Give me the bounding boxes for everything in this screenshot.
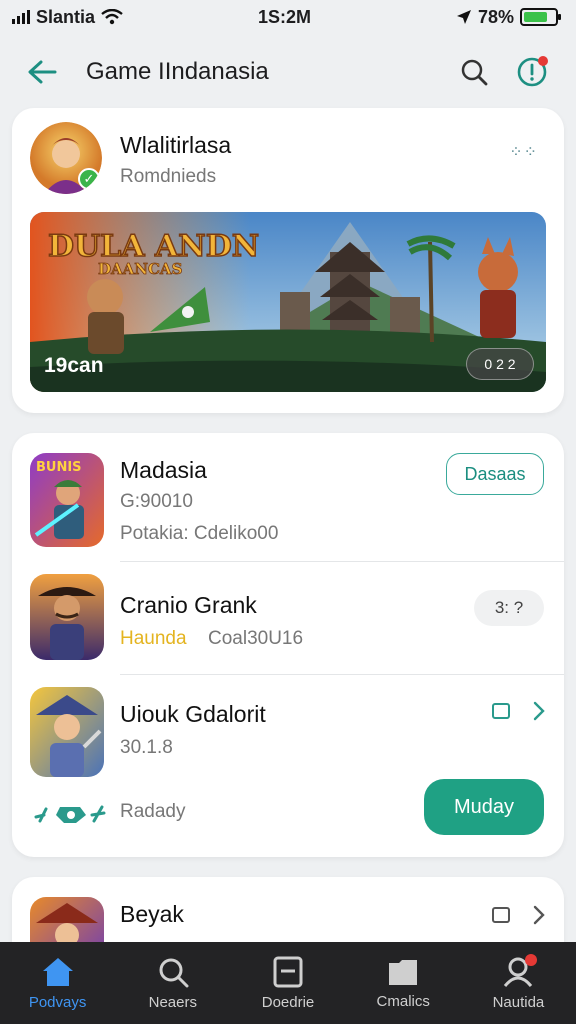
- nav-tab-documents[interactable]: Doedrie: [230, 942, 345, 1024]
- notification-dot: [538, 56, 548, 66]
- nav-tab-search[interactable]: Neaers: [115, 942, 230, 1024]
- game-action-pill[interactable]: 3: ?: [474, 590, 544, 626]
- game-icon-cranio-grank: [30, 574, 104, 660]
- game-primary-button[interactable]: Muday: [424, 779, 544, 835]
- media-icon[interactable]: [492, 907, 510, 923]
- nav-tab-profile[interactable]: Nautida: [461, 942, 576, 1024]
- game-title: Uiouk Gdalorit: [120, 701, 266, 727]
- game-meta-line2: Potakia: Cdeliko00: [120, 523, 279, 544]
- game-title: Cranio Grank: [120, 592, 257, 618]
- featured-banner[interactable]: DULA ANDN DAANCAS 19can 0 2 2: [30, 212, 546, 392]
- battery-icon: [520, 8, 561, 26]
- list-item[interactable]: Cranio Grank Haunda Coal30U16 3: ?: [12, 562, 564, 674]
- game-icon-madasia: BUNIS: [30, 453, 104, 547]
- game-list-card: BUNIS Madasia G:90010 Potakia: Cdeliko00…: [12, 433, 564, 857]
- page-title: Game IIndanasia: [86, 58, 269, 85]
- home-icon: [42, 957, 73, 986]
- featured-subtitle: Romdnieds: [120, 166, 217, 187]
- banner-caption: 19can: [44, 354, 104, 377]
- featured-title: Wlalitirlasa: [120, 132, 232, 158]
- game-footer-label: Radady: [120, 801, 186, 822]
- more-icon[interactable]: ⁘⁘: [509, 142, 538, 162]
- app-header: Game IIndanasia: [0, 42, 576, 102]
- clock: 1S:2M: [258, 6, 312, 27]
- game-action-button[interactable]: Dasaas: [446, 453, 544, 495]
- search-button[interactable]: [454, 52, 494, 92]
- banner-counter-pill[interactable]: 0 2 2: [466, 348, 534, 380]
- chevron-right-icon[interactable]: [532, 905, 546, 925]
- game-meta-line2: Coal30U16: [208, 628, 304, 649]
- media-icon[interactable]: [492, 703, 510, 719]
- search-icon: [461, 59, 488, 86]
- nav-label: Cmalics: [376, 992, 430, 1010]
- search-icon: [159, 958, 189, 987]
- document-icon: [273, 956, 303, 987]
- nav-label: Podvays: [28, 993, 87, 1011]
- chevron-right-icon[interactable]: [532, 701, 546, 721]
- svg-text:BUNIS: BUNIS: [36, 460, 82, 475]
- back-button[interactable]: [24, 54, 60, 90]
- banner-logo-line1: DULA ANDN: [48, 229, 259, 264]
- game-title: Beyak: [120, 901, 184, 927]
- folder-icon: [389, 959, 418, 985]
- game-tag: Haunda: [120, 628, 187, 649]
- nav-label: Nautida: [492, 993, 545, 1011]
- list-item[interactable]: BUNIS Madasia G:90010 Potakia: Cdeliko00…: [12, 433, 564, 561]
- featured-card[interactable]: ✓ Wlalitirlasa Romdnieds ⁘⁘ DULA ANDN DA…: [12, 108, 564, 413]
- signal-icon: [12, 10, 30, 24]
- game-meta-line1: 30.1.8: [120, 737, 173, 758]
- wifi-icon: [101, 9, 123, 25]
- bottom-navigation: Podvays Neaers Doedrie Cmalics Nautida: [0, 942, 576, 1024]
- game-title: Madasia: [120, 457, 207, 483]
- location-icon: [456, 10, 471, 24]
- banner-logo-line2: DAANCAS: [98, 260, 182, 278]
- nav-label: Doedrie: [261, 993, 315, 1011]
- list-item[interactable]: Uiouk Gdalorit 30.1.8 Radady Muday: [12, 675, 564, 857]
- notification-dot: [524, 954, 537, 966]
- notification-button[interactable]: [512, 52, 552, 92]
- nav-tab-folders[interactable]: Cmalics: [346, 942, 461, 1024]
- verified-badge-icon: ✓: [78, 168, 100, 190]
- battery-percent: 78%: [477, 6, 514, 27]
- featured-avatar: ✓: [30, 122, 102, 194]
- game-meta-line1: G:90010: [120, 491, 193, 512]
- nav-tab-home[interactable]: Podvays: [0, 942, 115, 1024]
- arrow-left-icon: [28, 60, 57, 84]
- status-bar: Slantia 1S:2M 78%: [0, 0, 576, 34]
- nav-label: Neaers: [148, 993, 197, 1011]
- game-icon-uiouk-gdalorit: [30, 687, 104, 777]
- carrier-label: Slantia: [36, 6, 96, 27]
- sparkle-badge-icon: [34, 805, 106, 823]
